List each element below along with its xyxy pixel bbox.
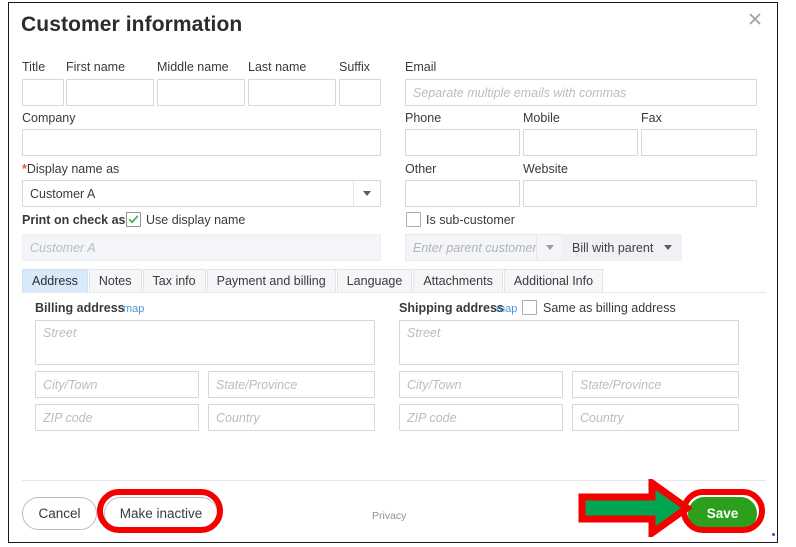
billing-state-input[interactable] bbox=[208, 371, 375, 398]
shipping-address-heading: Shipping address bbox=[399, 301, 504, 315]
tab-underline-divider bbox=[22, 292, 766, 293]
suffix-input[interactable] bbox=[339, 79, 381, 106]
website-input[interactable] bbox=[523, 180, 757, 207]
shipping-country-input[interactable] bbox=[572, 404, 739, 431]
billing-city-input[interactable] bbox=[35, 371, 199, 398]
billing-option-dropdown[interactable]: Bill with parent bbox=[562, 234, 682, 261]
same-as-billing-checkbox[interactable] bbox=[522, 300, 537, 315]
cursor-dot bbox=[772, 533, 775, 536]
print-on-check-input bbox=[22, 234, 381, 261]
billing-country-input[interactable] bbox=[208, 404, 375, 431]
is-sub-customer-label: Is sub-customer bbox=[426, 213, 515, 227]
shipping-state-input[interactable] bbox=[572, 371, 739, 398]
tab-tax-info[interactable]: Tax info bbox=[142, 269, 206, 293]
privacy-link[interactable]: Privacy bbox=[372, 510, 406, 522]
label-company: Company bbox=[22, 111, 76, 125]
same-as-billing-label: Same as billing address bbox=[543, 301, 676, 315]
other-input[interactable] bbox=[405, 180, 520, 207]
label-website: Website bbox=[523, 162, 568, 176]
checkmark-icon bbox=[128, 215, 139, 224]
tab-language[interactable]: Language bbox=[336, 269, 413, 293]
label-suffix: Suffix bbox=[339, 60, 371, 74]
customer-information-dialog: Customer information Title First name Mi… bbox=[8, 2, 778, 543]
parent-customer-value: Enter parent customer bbox=[413, 240, 536, 255]
billing-option-value: Bill with parent bbox=[572, 240, 654, 255]
billing-address-heading: Billing address bbox=[35, 301, 125, 315]
label-title: Title bbox=[22, 60, 46, 74]
email-input[interactable] bbox=[405, 79, 757, 106]
tab-additional-info[interactable]: Additional Info bbox=[503, 269, 604, 293]
chevron-down-icon bbox=[353, 181, 380, 206]
cancel-button[interactable]: Cancel bbox=[22, 497, 97, 530]
last-name-input[interactable] bbox=[248, 79, 336, 106]
billing-zip-input[interactable] bbox=[35, 404, 199, 431]
billing-map-link[interactable]: map bbox=[123, 303, 144, 315]
display-name-dropdown[interactable]: Customer A bbox=[22, 180, 381, 207]
tab-address[interactable]: Address bbox=[22, 269, 88, 293]
label-middle-name: Middle name bbox=[157, 60, 229, 74]
shipping-street-input[interactable] bbox=[399, 320, 739, 365]
shipping-map-link[interactable]: map bbox=[496, 303, 517, 315]
label-first-name: First name bbox=[66, 60, 126, 74]
tab-payment-and-billing[interactable]: Payment and billing bbox=[206, 269, 336, 293]
label-display-name-as: *Display name as bbox=[22, 162, 119, 176]
chevron-down-icon bbox=[655, 235, 681, 260]
close-icon[interactable] bbox=[745, 9, 765, 29]
fax-input[interactable] bbox=[641, 129, 757, 156]
phone-input[interactable] bbox=[405, 129, 520, 156]
display-name-value: Customer A bbox=[30, 186, 96, 201]
mobile-input[interactable] bbox=[523, 129, 638, 156]
first-name-input[interactable] bbox=[66, 79, 154, 106]
make-inactive-button[interactable]: Make inactive bbox=[104, 497, 218, 530]
display-name-label-text: Display name as bbox=[26, 162, 120, 176]
shipping-city-input[interactable] bbox=[399, 371, 563, 398]
middle-name-input[interactable] bbox=[157, 79, 245, 106]
dialog-title: Customer information bbox=[21, 13, 243, 36]
label-email: Email bbox=[405, 60, 437, 74]
label-other: Other bbox=[405, 162, 437, 176]
label-phone: Phone bbox=[405, 111, 442, 125]
shipping-zip-input[interactable] bbox=[399, 404, 563, 431]
company-input[interactable] bbox=[22, 129, 381, 156]
label-mobile: Mobile bbox=[523, 111, 560, 125]
label-last-name: Last name bbox=[248, 60, 307, 74]
tab-notes[interactable]: Notes bbox=[88, 269, 142, 293]
billing-street-input[interactable] bbox=[35, 320, 375, 365]
parent-customer-dropdown[interactable]: Enter parent customer bbox=[405, 234, 564, 261]
title-input[interactable] bbox=[22, 79, 64, 106]
chevron-down-icon bbox=[536, 235, 563, 260]
footer-divider bbox=[22, 480, 766, 481]
tab-attachments[interactable]: Attachments bbox=[413, 269, 503, 293]
use-display-name-label: Use display name bbox=[146, 213, 246, 227]
is-sub-customer-checkbox[interactable] bbox=[406, 212, 421, 227]
label-fax: Fax bbox=[641, 111, 662, 125]
use-display-name-checkbox[interactable] bbox=[126, 212, 141, 227]
label-print-on-check-as: Print on check as bbox=[22, 213, 126, 227]
tab-bar: Address Notes Tax info Payment and billi… bbox=[22, 269, 604, 293]
save-button[interactable]: Save bbox=[688, 497, 757, 530]
